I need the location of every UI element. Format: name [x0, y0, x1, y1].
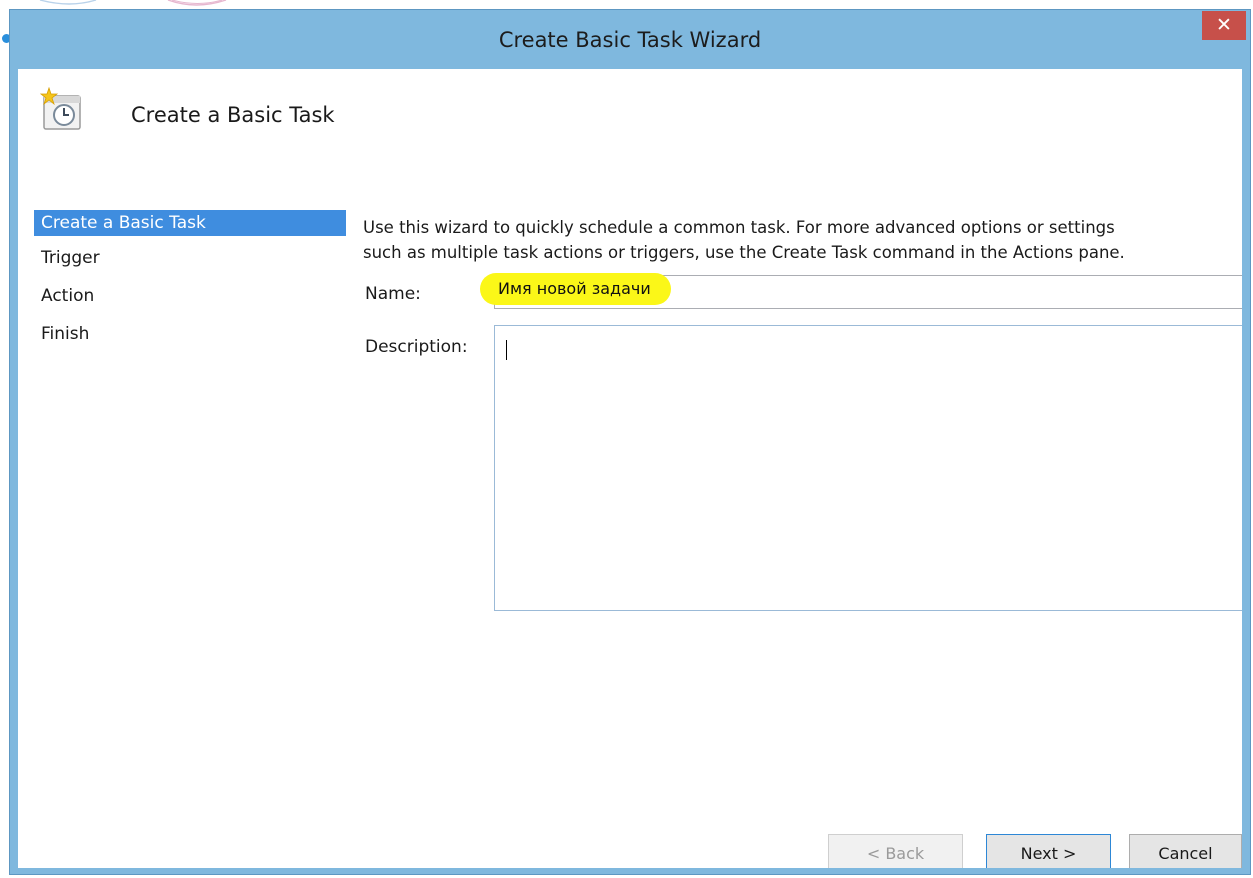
text-cursor	[506, 340, 507, 360]
next-button[interactable]: Next >	[986, 834, 1111, 868]
window-title: Create Basic Task Wizard	[498, 28, 762, 52]
title-bar[interactable]: Create Basic Task Wizard ✕	[10, 10, 1250, 72]
name-field[interactable]: Имя новой задачи	[480, 273, 1242, 309]
close-button[interactable]: ✕	[1202, 11, 1246, 40]
name-field-value: Имя новой задачи	[480, 273, 671, 305]
name-label: Name:	[365, 284, 421, 304]
wizard-description: Use this wizard to quickly schedule a co…	[363, 215, 1242, 265]
step-create-basic-task[interactable]: Create a Basic Task	[34, 210, 346, 236]
step-action[interactable]: Action	[34, 283, 346, 309]
back-button[interactable]: < Back	[828, 834, 963, 868]
cancel-button[interactable]: Cancel	[1129, 834, 1242, 868]
wizard-steps: Create a Basic Task Trigger Action Finis…	[34, 210, 346, 359]
wizard-window: Create Basic Task Wizard ✕ Create a Basi…	[9, 9, 1251, 875]
wizard-content: Create a Basic Task Create a Basic Task …	[18, 69, 1242, 868]
step-finish[interactable]: Finish	[34, 321, 346, 347]
close-icon: ✕	[1216, 14, 1232, 36]
page: Create Basic Task Wizard ✕ Create a Basi…	[0, 0, 1253, 878]
page-title: Create a Basic Task	[131, 103, 335, 127]
description-field[interactable]	[494, 325, 1242, 611]
step-trigger[interactable]: Trigger	[34, 245, 346, 271]
description-line: Use this wizard to quickly schedule a co…	[363, 218, 1115, 237]
description-label: Description:	[365, 337, 468, 357]
description-line: such as multiple task actions or trigger…	[363, 243, 1125, 262]
scheduled-task-clock-icon	[40, 87, 81, 130]
